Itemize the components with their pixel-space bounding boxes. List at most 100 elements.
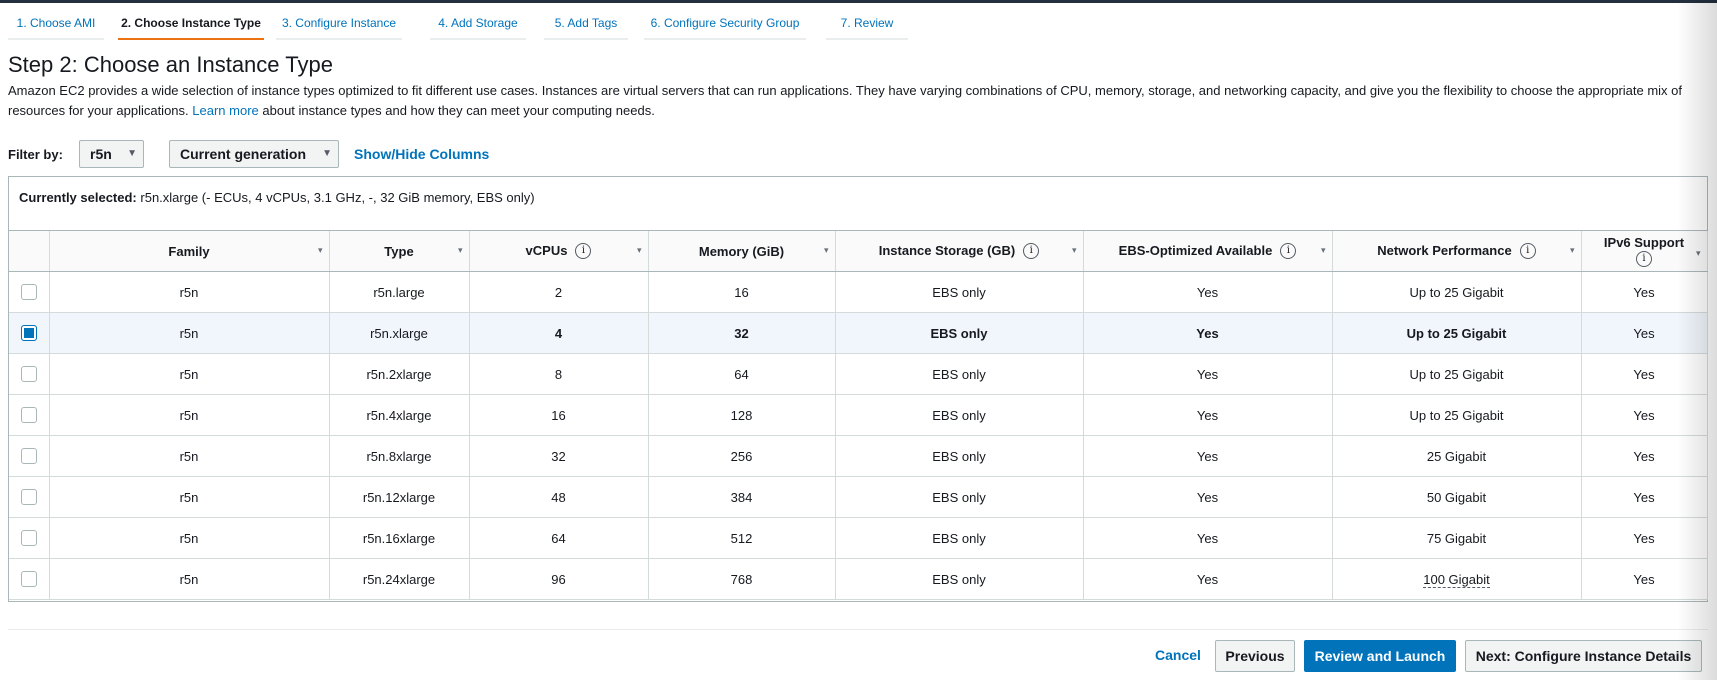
cell-memory: 256 bbox=[648, 435, 836, 477]
table-row[interactable]: r5n r5n.8xlarge 32 256 EBS only Yes 25 Gigabit… bbox=[9, 435, 1708, 477]
cell-ipv6-support: Yes bbox=[1581, 435, 1708, 477]
cell-instance-storage: EBS only bbox=[835, 558, 1084, 600]
column-header-ebs-optimized[interactable]: EBS-Optimized Available i ▾ bbox=[1083, 231, 1333, 272]
row-select-cell bbox=[9, 353, 50, 395]
row-select-cell bbox=[9, 435, 50, 477]
cell-instance-storage: EBS only bbox=[835, 271, 1084, 313]
table-row[interactable]: r5n r5n.12xlarge 48 384 EBS only Yes 50 Gigabi… bbox=[9, 476, 1708, 518]
table-row[interactable]: r5n r5n.16xlarge 64 512 EBS only Yes 75 Gigabi… bbox=[9, 517, 1708, 559]
learn-more-link[interactable]: Learn more bbox=[192, 103, 258, 118]
cell-ipv6-support: Yes bbox=[1581, 271, 1708, 313]
sort-icon[interactable]: ▾ bbox=[824, 245, 829, 256]
info-icon[interactable]: i bbox=[1519, 243, 1536, 260]
tab-choose-ami[interactable]: 1. Choose AMI bbox=[8, 6, 104, 40]
family-filter-select[interactable]: r5n ▼ bbox=[79, 140, 144, 168]
tab-choose-instance-type[interactable]: 2. Choose Instance Type bbox=[118, 6, 264, 40]
column-header-family[interactable]: Family ▾ bbox=[49, 231, 330, 272]
row-checkbox[interactable] bbox=[20, 530, 37, 547]
tab-configure-security-group[interactable]: 6. Configure Security Group bbox=[644, 6, 806, 40]
cell-type: r5n.12xlarge bbox=[329, 476, 470, 518]
tab-add-storage[interactable]: 4. Add Storage bbox=[430, 6, 526, 40]
row-checkbox[interactable] bbox=[20, 489, 37, 506]
row-select-cell bbox=[9, 476, 50, 518]
column-header-type[interactable]: Type ▾ bbox=[329, 231, 470, 272]
review-and-launch-button[interactable]: Review and Launch bbox=[1304, 640, 1456, 672]
info-icon[interactable]: i bbox=[1023, 243, 1040, 260]
sort-icon[interactable]: ▾ bbox=[1321, 245, 1326, 256]
cell-ebs-optimized: Yes bbox=[1083, 394, 1333, 436]
page-description: Amazon EC2 provides a wide selection of … bbox=[8, 81, 1708, 121]
cell-family: r5n bbox=[49, 312, 330, 354]
instance-table-panel: Currently selected: r5n.xlarge (- ECUs, … bbox=[8, 176, 1708, 602]
row-checkbox[interactable] bbox=[20, 448, 37, 465]
column-header-network-performance[interactable]: Network Performance i ▾ bbox=[1332, 231, 1582, 272]
cell-memory: 128 bbox=[648, 394, 836, 436]
cell-ebs-optimized: Yes bbox=[1083, 517, 1333, 559]
cell-ebs-optimized: Yes bbox=[1083, 312, 1333, 354]
row-select-cell bbox=[9, 312, 50, 354]
next-configure-instance-details-button[interactable]: Next: Configure Instance Details bbox=[1465, 640, 1702, 672]
cell-network-performance: Up to 25 Gigabit bbox=[1332, 353, 1582, 395]
table-row[interactable]: r5n r5n.24xlarge 96 768 EBS only Yes 100 Gigab… bbox=[9, 558, 1708, 600]
cell-network-performance: Up to 25 Gigabit bbox=[1332, 271, 1582, 313]
instance-types-table: Family ▾ Type ▾ vCPUs i ▾ Memory (GiB) ▾ Inst… bbox=[9, 231, 1708, 600]
generation-filter-select[interactable]: Current generation ▼ bbox=[169, 140, 339, 168]
previous-button[interactable]: Previous bbox=[1215, 640, 1295, 672]
cell-vcpus: 32 bbox=[469, 435, 649, 477]
tab-add-tags[interactable]: 5. Add Tags bbox=[544, 6, 628, 40]
show-hide-columns-link[interactable]: Show/Hide Columns bbox=[354, 146, 489, 162]
column-header-vcpus[interactable]: vCPUs i ▾ bbox=[469, 231, 649, 272]
cell-vcpus: 96 bbox=[469, 558, 649, 600]
cell-family: r5n bbox=[49, 476, 330, 518]
row-select-cell bbox=[9, 394, 50, 436]
cell-vcpus: 16 bbox=[469, 394, 649, 436]
column-header-memory[interactable]: Memory (GiB) ▾ bbox=[648, 231, 836, 272]
cell-ebs-optimized: Yes bbox=[1083, 353, 1333, 395]
column-header-instance-storage[interactable]: Instance Storage (GB) i ▾ bbox=[835, 231, 1084, 272]
table-row[interactable]: r5n r5n.2xlarge 8 64 EBS only Yes Up to 25 Gig… bbox=[9, 353, 1708, 395]
cell-memory: 384 bbox=[648, 476, 836, 518]
row-select-cell bbox=[9, 558, 50, 600]
info-icon[interactable]: i bbox=[1280, 243, 1297, 260]
cell-instance-storage: EBS only bbox=[835, 435, 1084, 477]
cell-memory: 768 bbox=[648, 558, 836, 600]
cell-memory: 16 bbox=[648, 271, 836, 313]
cell-ipv6-support: Yes bbox=[1581, 517, 1708, 559]
row-checkbox[interactable] bbox=[20, 325, 37, 342]
cell-instance-storage: EBS only bbox=[835, 312, 1084, 354]
cell-network-performance: 75 Gigabit bbox=[1332, 517, 1582, 559]
row-checkbox[interactable] bbox=[20, 284, 37, 301]
column-header-ipv6-support[interactable]: IPv6 Support i ▾ bbox=[1581, 231, 1708, 272]
tab-review[interactable]: 7. Review bbox=[826, 6, 908, 40]
row-select-cell bbox=[9, 271, 50, 313]
tab-configure-instance[interactable]: 3. Configure Instance bbox=[276, 6, 402, 40]
cell-family: r5n bbox=[49, 394, 330, 436]
row-checkbox[interactable] bbox=[20, 571, 37, 588]
table-row[interactable]: r5n r5n.large 2 16 EBS only Yes Up to 25 Gigab… bbox=[9, 271, 1708, 313]
cancel-button[interactable]: Cancel bbox=[1148, 640, 1208, 672]
sort-icon[interactable]: ▾ bbox=[637, 245, 642, 256]
table-row[interactable]: r5n r5n.4xlarge 16 128 EBS only Yes Up to 25 G… bbox=[9, 394, 1708, 436]
sort-icon[interactable]: ▾ bbox=[1696, 245, 1701, 261]
cell-vcpus: 48 bbox=[469, 476, 649, 518]
page-title: Step 2: Choose an Instance Type bbox=[8, 52, 333, 77]
currently-selected-value: r5n.xlarge (- ECUs, 4 vCPUs, 3.1 GHz, -,… bbox=[140, 190, 535, 205]
chevron-down-icon: ▼ bbox=[322, 148, 332, 159]
cell-ipv6-support: Yes bbox=[1581, 353, 1708, 395]
table-row[interactable]: r5n r5n.xlarge 4 32 EBS only Yes Up to 25 Giga… bbox=[9, 312, 1708, 354]
generation-filter-value: Current generation bbox=[180, 146, 307, 162]
sort-icon[interactable]: ▾ bbox=[318, 245, 323, 256]
cell-network-performance: 50 Gigabit bbox=[1332, 476, 1582, 518]
sort-icon[interactable]: ▾ bbox=[458, 245, 463, 256]
row-checkbox[interactable] bbox=[20, 366, 37, 383]
info-icon[interactable]: i bbox=[575, 243, 592, 260]
row-checkbox[interactable] bbox=[20, 407, 37, 424]
sort-icon[interactable]: ▾ bbox=[1570, 245, 1575, 256]
cell-ebs-optimized: Yes bbox=[1083, 476, 1333, 518]
sort-icon[interactable]: ▾ bbox=[1072, 245, 1077, 256]
cell-network-performance: Up to 25 Gigabit bbox=[1332, 312, 1582, 354]
cell-ipv6-support: Yes bbox=[1581, 558, 1708, 600]
cell-ipv6-support: Yes bbox=[1581, 312, 1708, 354]
info-icon[interactable]: i bbox=[1636, 251, 1652, 268]
description-suffix: about instance types and how they can me… bbox=[262, 103, 655, 118]
